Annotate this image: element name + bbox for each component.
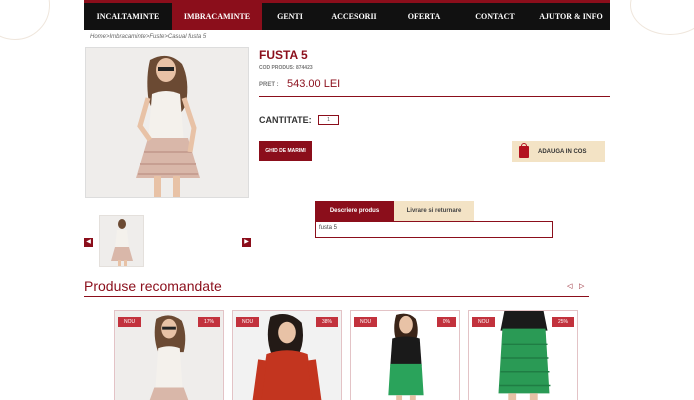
discount-badge: 25% xyxy=(551,317,574,327)
nav-item-ajutor[interactable]: AJUTOR & INFO xyxy=(532,3,610,30)
nav-item-accesorii[interactable]: ACCESORII xyxy=(318,3,390,30)
recommended-card[interactable]: NOU 25% xyxy=(468,310,578,400)
decor-swirl xyxy=(0,0,50,40)
recommended-next-icon[interactable]: ▷ xyxy=(579,282,584,290)
shopping-bag-icon xyxy=(519,142,529,158)
nav-item-contact[interactable]: CONTACT xyxy=(458,3,532,30)
thumb-next-arrow-icon[interactable]: ▶ xyxy=(242,238,251,247)
product-photo xyxy=(86,48,248,197)
price-label: PRET : xyxy=(259,82,279,88)
breadcrumb[interactable]: Home>Imbracaminte>Fuste>Casual fusta 5 xyxy=(90,34,206,40)
add-to-cart-button[interactable]: ADAUGA IN COS xyxy=(512,141,605,162)
page: INCALTAMINTE IMBRACAMINTE GENTI ACCESORI… xyxy=(0,0,694,400)
product-image[interactable] xyxy=(85,47,249,198)
recommended-divider xyxy=(84,296,589,297)
product-code: COD PRODUS: 874423 xyxy=(259,65,313,71)
thumb-prev-arrow-icon[interactable]: ◀ xyxy=(84,238,93,247)
thumbnail-photo xyxy=(100,216,143,266)
recommended-title: Produse recomandate xyxy=(84,278,222,294)
new-badge: NOU xyxy=(118,317,142,327)
product-price: 543.00 LEI xyxy=(287,78,341,90)
recommended-card[interactable]: NOU 0% xyxy=(350,310,460,400)
discount-badge: 38% xyxy=(315,317,338,327)
recommended-card[interactable]: NOU 17% xyxy=(114,310,224,400)
new-badge: NOU xyxy=(472,317,496,327)
decor-swirl xyxy=(630,0,694,35)
nav-item-imbracaminte[interactable]: IMBRACAMINTE xyxy=(172,3,262,30)
nav-item-oferta[interactable]: OFERTA xyxy=(390,3,458,30)
recommended-prev-icon[interactable]: ◁ xyxy=(567,282,572,290)
tab-delivery-returns[interactable]: Livrare si returnare xyxy=(394,201,474,221)
quantity-input[interactable]: 1 xyxy=(318,115,339,125)
nav-item-incaltaminte[interactable]: INCALTAMINTE xyxy=(84,3,172,30)
new-badge: NOU xyxy=(354,317,378,327)
main-nav: INCALTAMINTE IMBRACAMINTE GENTI ACCESORI… xyxy=(84,0,610,30)
divider xyxy=(259,96,610,97)
add-to-cart-label: ADAUGA IN COS xyxy=(538,148,587,155)
quantity-label: CANTITATE: xyxy=(259,115,312,125)
product-title: FUSTA 5 xyxy=(259,48,308,62)
recommended-card[interactable]: NOU 38% xyxy=(232,310,342,400)
new-badge: NOU xyxy=(236,317,260,327)
discount-badge: 0% xyxy=(436,317,456,327)
tab-content: fusta 5 xyxy=(315,221,553,238)
discount-badge: 17% xyxy=(197,317,220,327)
tab-description[interactable]: Descriere produs xyxy=(315,201,394,221)
product-thumbnail[interactable] xyxy=(99,215,144,267)
nav-item-genti[interactable]: GENTI xyxy=(262,3,318,30)
size-guide-button[interactable]: GHID DE MARIMI xyxy=(259,141,312,161)
